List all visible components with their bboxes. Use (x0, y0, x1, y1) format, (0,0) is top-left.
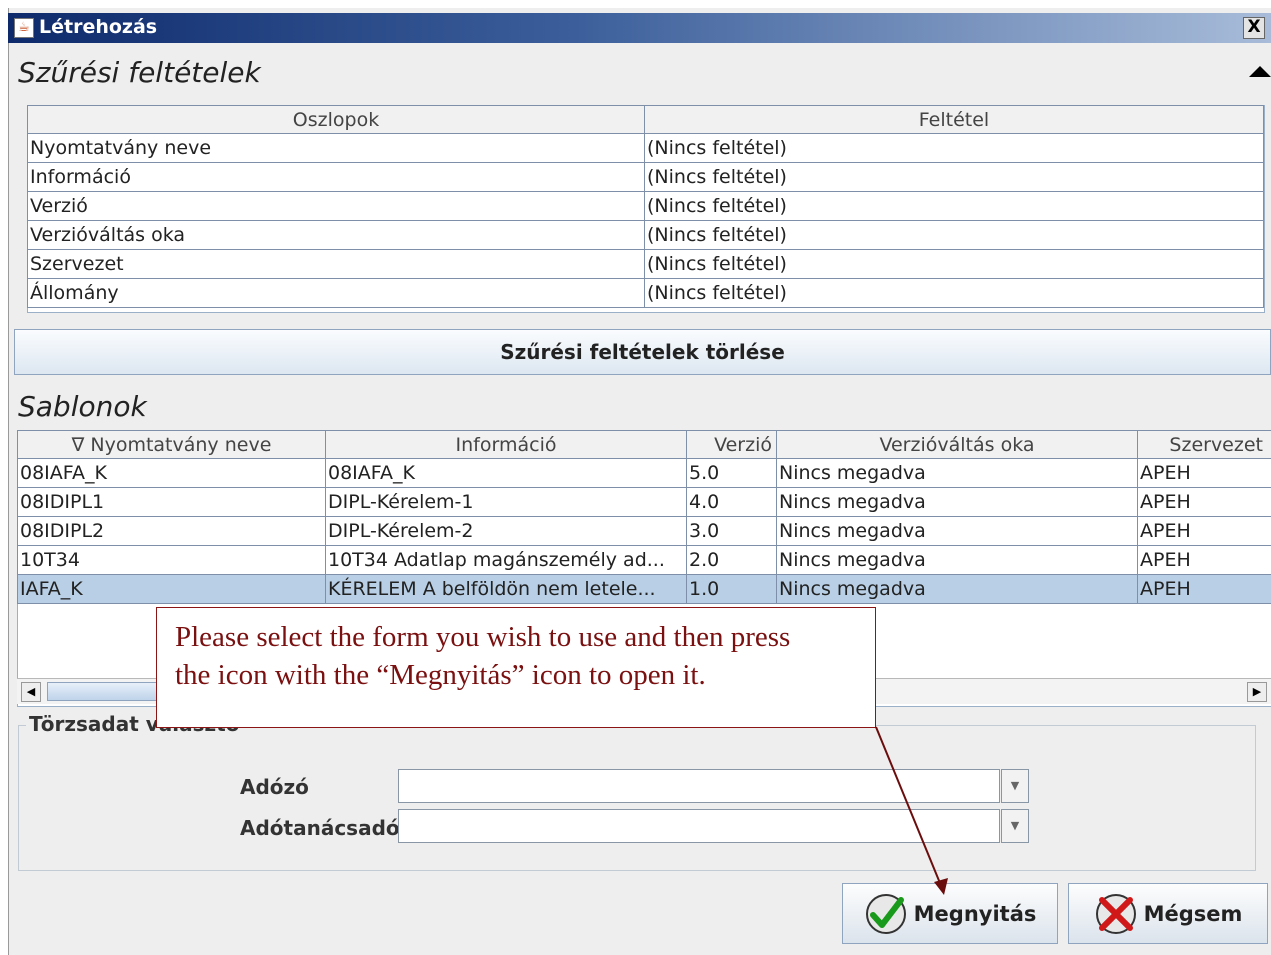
callout-arrow-icon (875, 726, 948, 895)
